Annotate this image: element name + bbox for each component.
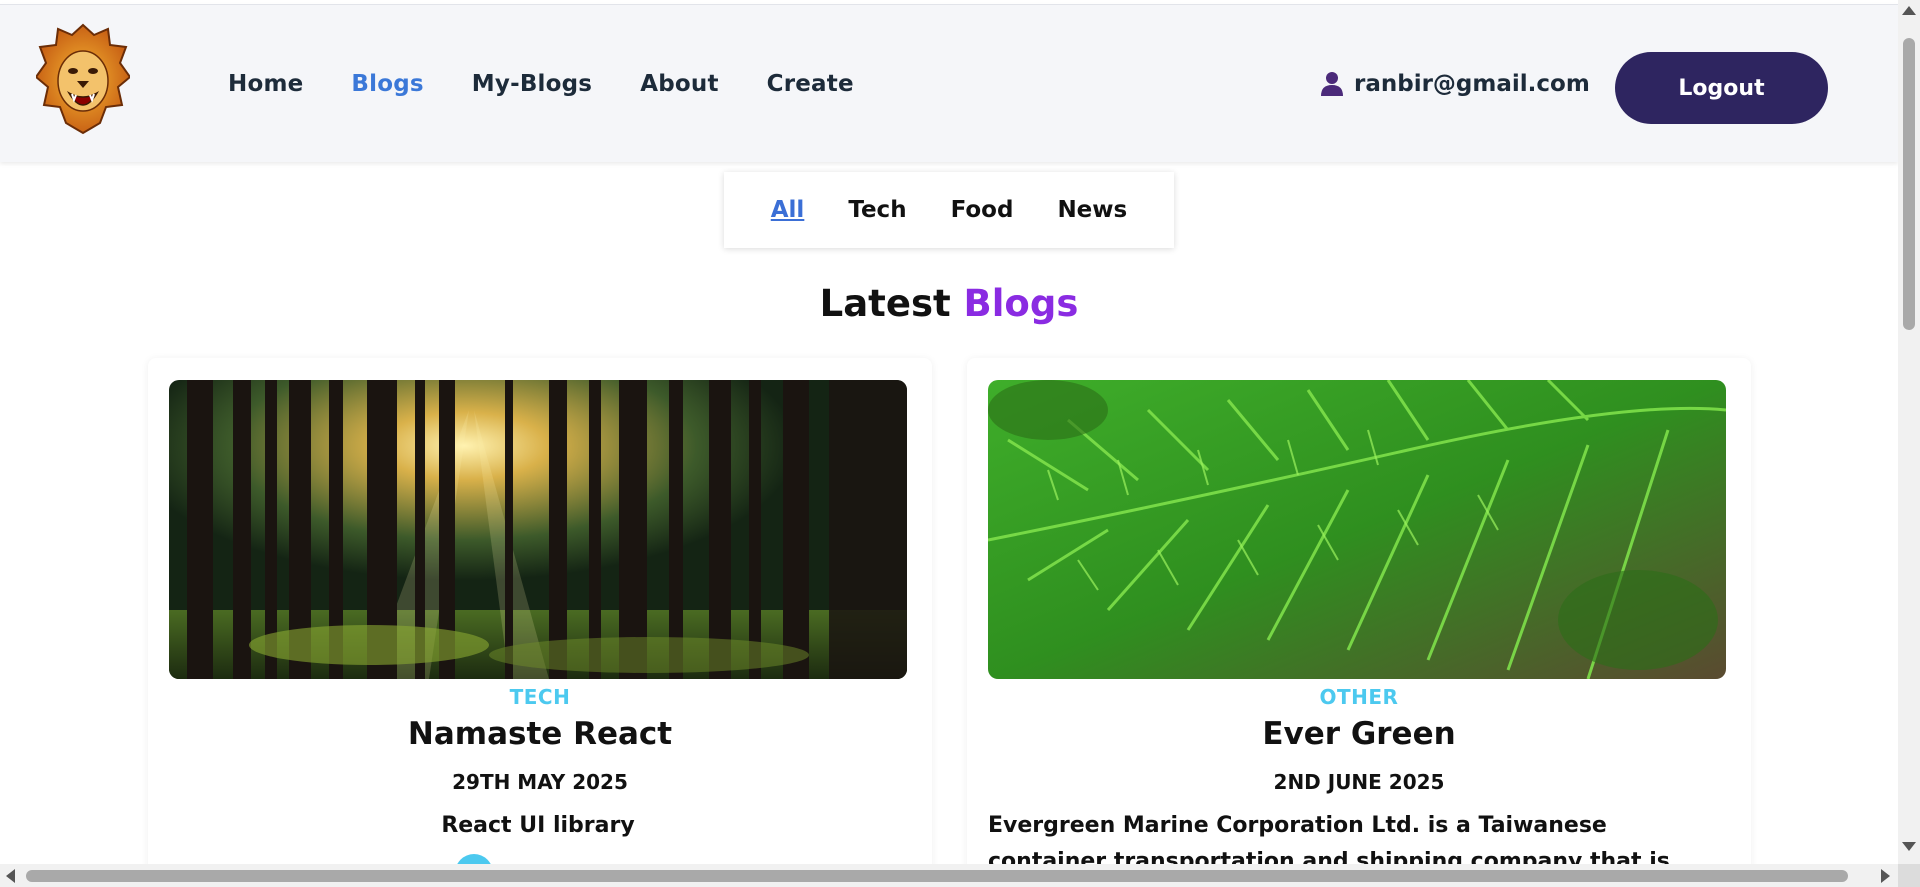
card-category: TECH [509,685,571,709]
horizontal-scroll-thumb[interactable] [26,870,1848,882]
user-info: ranbir@gmail.com [1320,71,1590,97]
filter-tech[interactable]: Tech [848,197,906,223]
horizontal-scrollbar[interactable] [0,864,1898,887]
card-date: 29TH MAY 2025 [452,770,628,794]
lion-logo-icon[interactable] [34,21,132,139]
forest-sunlight-image [169,380,907,679]
section-title-main: Latest [819,282,964,325]
filter-news[interactable]: News [1057,197,1127,223]
scrollbar-corner [1898,864,1920,887]
blog-card[interactable]: OTHER Ever Green 2ND JUNE 2025 Evergreen… [967,358,1751,864]
user-icon [1320,71,1344,97]
category-filter: All Tech Food News [724,172,1174,248]
avatar [455,854,493,864]
nav-my-blogs[interactable]: My-Blogs [472,71,592,97]
logout-button[interactable]: Logout [1615,52,1828,124]
nav-about[interactable]: About [640,71,718,97]
section-title-accent: Blogs [963,282,1079,325]
scroll-down-icon[interactable] [1902,842,1916,851]
scroll-up-icon[interactable] [1902,6,1916,15]
navbar: Home Blogs My-Blogs About Create ranbir@… [0,4,1898,162]
card-description: Evergreen Marine Corporation Ltd. is a T… [988,813,1670,864]
card-category: OTHER [1319,685,1399,709]
card-title[interactable]: Namaste React [148,716,932,752]
evergreen-branch-image [988,380,1726,679]
page: Home Blogs My-Blogs About Create ranbir@… [0,0,1898,864]
blog-card[interactable]: TECH Namaste React 29TH MAY 2025 React U… [148,358,932,864]
vertical-scrollbar[interactable] [1898,0,1920,864]
scroll-left-icon[interactable] [6,869,15,883]
card-date: 2ND JUNE 2025 [1273,770,1445,794]
nav-blogs[interactable]: Blogs [351,71,423,97]
filter-all[interactable]: All [771,197,805,223]
user-email: ranbir@gmail.com [1354,71,1590,97]
card-title[interactable]: Ever Green [967,716,1751,752]
section-title: Latest Blogs [0,282,1898,325]
main-nav: Home Blogs My-Blogs About Create [228,71,854,97]
nav-home[interactable]: Home [228,71,303,97]
nav-create[interactable]: Create [767,71,854,97]
scroll-right-icon[interactable] [1881,869,1890,883]
vertical-scroll-thumb[interactable] [1903,38,1915,330]
card-description: React UI library [441,813,635,838]
filter-food[interactable]: Food [951,197,1014,223]
